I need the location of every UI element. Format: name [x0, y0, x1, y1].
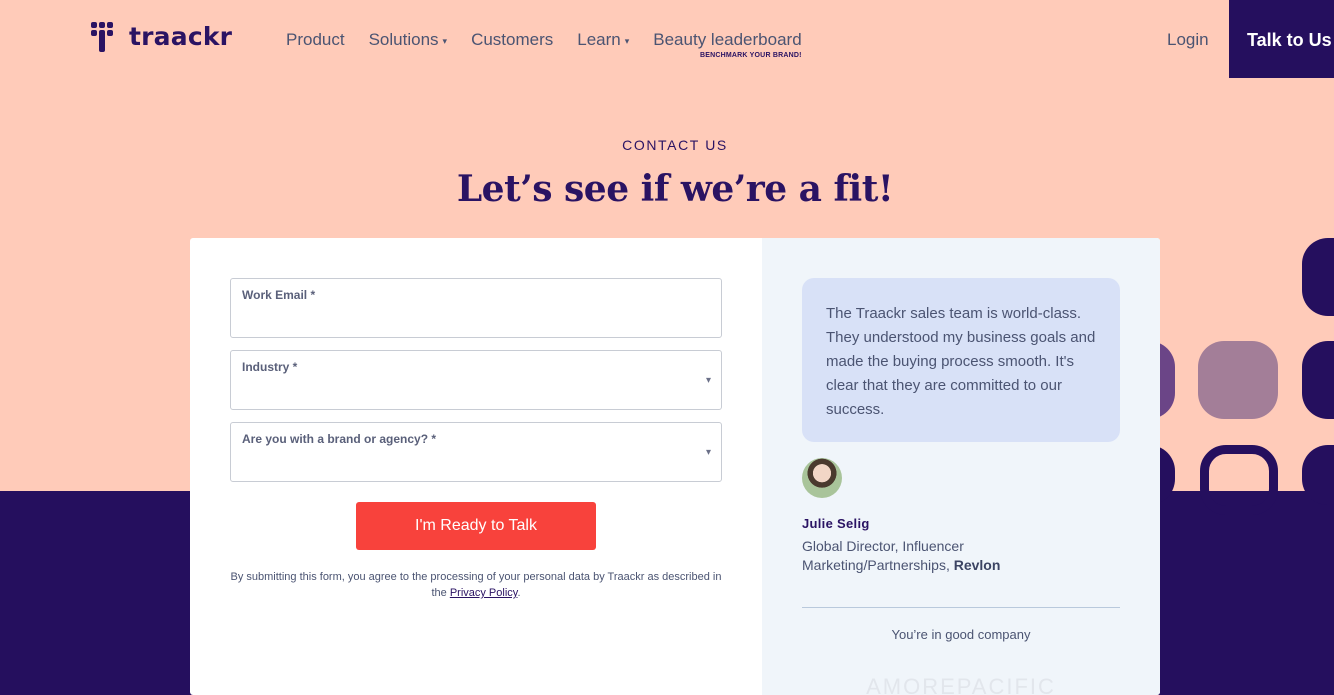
customer-logo: AMOREPACIFIC [866, 674, 1056, 695]
company-name: Revlon [953, 557, 1001, 573]
site-header: traackr Product Solutions ▾ Customers Le… [0, 0, 1334, 78]
nav-label: Product [286, 30, 345, 49]
decorative-shape [1198, 341, 1278, 419]
field-label: Industry * [242, 360, 298, 374]
nav-label: Solutions [368, 30, 439, 49]
consent-text: By submitting this form, you agree to th… [230, 569, 722, 601]
nav-label: Learn [577, 30, 621, 49]
title-text: Global Director, Influencer Marketing/Pa… [802, 538, 964, 573]
logo-mark-icon [89, 20, 122, 53]
nav-solutions[interactable]: Solutions ▾ [369, 30, 447, 50]
avatar [802, 458, 842, 498]
chevron-down-icon: ▾ [442, 35, 448, 46]
testimonial-quote: The Traackr sales team is world-class. T… [802, 278, 1120, 442]
privacy-policy-link[interactable]: Privacy Policy [450, 587, 518, 599]
consent-end: . [517, 587, 521, 599]
eyebrow-text: CONTACT US [622, 137, 728, 153]
contact-card: Work Email * Industry * ▾ Are you with a… [190, 238, 1160, 695]
field-label: Work Email * [242, 288, 316, 302]
nav-label: Beauty leaderboard [653, 30, 802, 49]
work-email-input[interactable] [242, 307, 702, 329]
industry-select[interactable]: Industry * ▾ [230, 350, 722, 410]
traackr-logo[interactable]: traackr [89, 20, 232, 53]
login-link[interactable]: Login [1167, 30, 1209, 50]
testimonial-name: Julie Selig [802, 516, 870, 531]
divider [802, 607, 1120, 608]
good-company-label: You’re in good company [891, 627, 1031, 642]
chevron-down-icon: ▾ [705, 375, 711, 386]
nav-product[interactable]: Product [286, 30, 345, 50]
testimonial-title: Global Director, Influencer Marketing/Pa… [802, 537, 1102, 575]
logo-text: traackr [129, 22, 233, 51]
chevron-down-icon: ▾ [705, 447, 711, 458]
work-email-field[interactable]: Work Email * [230, 278, 722, 338]
chevron-down-icon: ▾ [624, 35, 630, 46]
decorative-shape [1200, 445, 1278, 515]
nav-customers[interactable]: Customers [471, 30, 553, 50]
page-title: Let’s see if we’re a fit! [456, 168, 894, 210]
nav-label: Customers [471, 30, 554, 49]
submit-button[interactable]: I'm Ready to Talk [356, 502, 596, 550]
nav-beauty-leaderboard[interactable]: Beauty leaderboard BENCHMARK YOUR BRAND! [653, 30, 802, 59]
main-nav: Product Solutions ▾ Customers Learn ▾ Be… [286, 30, 826, 59]
field-label: Are you with a brand or agency? * [242, 432, 437, 446]
nav-sublabel: BENCHMARK YOUR BRAND! [699, 52, 802, 59]
testimonial-panel: The Traackr sales team is world-class. T… [762, 238, 1160, 695]
talk-to-us-button[interactable]: Talk to Us [1229, 0, 1334, 78]
decorative-shape [1302, 341, 1334, 419]
decorative-shape [1302, 238, 1334, 316]
nav-learn[interactable]: Learn ▾ [577, 30, 629, 50]
brand-or-agency-select[interactable]: Are you with a brand or agency? * ▾ [230, 422, 722, 482]
